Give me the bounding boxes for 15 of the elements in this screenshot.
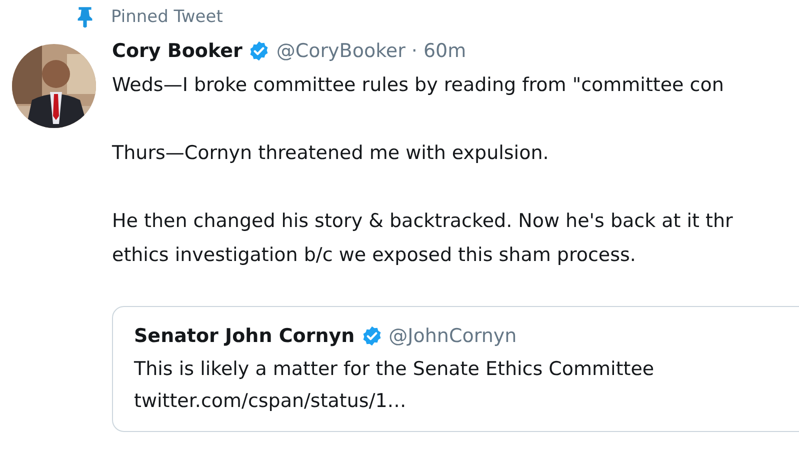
- quoted-author-handle: @JohnCornyn: [388, 325, 517, 347]
- tweet-time[interactable]: 60m: [423, 40, 466, 62]
- quoted-author-name: Senator John Cornyn: [134, 325, 355, 347]
- tweet-text: Weds—I broke committee rules by reading from "committee con: [112, 73, 725, 98]
- tweet-text: Thurs—Cornyn threatened me with expulsion.: [112, 141, 550, 166]
- author-name[interactable]: Cory Booker: [112, 40, 242, 62]
- tweet-text: ethics investigation b/c we exposed this sham process.: [112, 243, 637, 268]
- separator-dot: ·: [411, 40, 418, 62]
- tweet-text: He then changed his story & backtracked. Now he's back at it thr: [112, 209, 734, 234]
- quoted-tweet-text: This is likely a matter for the Senate Ethics Committee: [134, 357, 656, 382]
- quoted-tweet-card[interactable]: Senator John Cornyn @JohnCornyn This is likely a matter for the Senate Ethics Committee twitter.com/cspan/status/1…: [112, 306, 799, 432]
- pin-icon: [76, 6, 94, 28]
- quoted-tweet-text: twitter.com/cspan/status/1…: [134, 389, 408, 414]
- pinned-label: Pinned Tweet: [111, 7, 223, 27]
- author-handle[interactable]: @CoryBooker: [276, 40, 406, 62]
